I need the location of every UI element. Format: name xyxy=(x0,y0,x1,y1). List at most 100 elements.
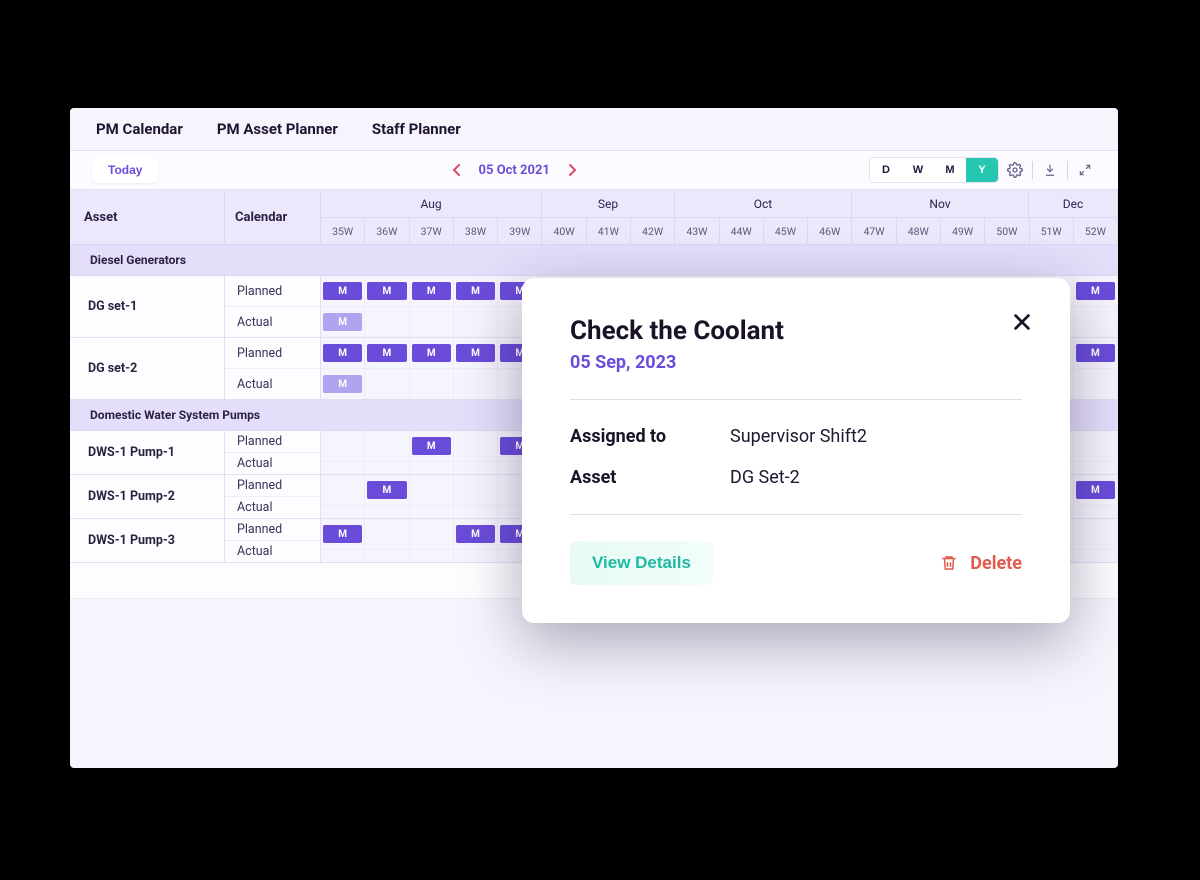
week-slot[interactable] xyxy=(454,475,498,505)
week-slot[interactable] xyxy=(1074,369,1118,399)
week-slot[interactable]: M xyxy=(410,338,454,368)
week-slot[interactable] xyxy=(454,431,498,461)
maintenance-chip[interactable]: M xyxy=(367,481,406,499)
week-slot[interactable] xyxy=(321,462,365,474)
week-slot[interactable] xyxy=(321,475,365,505)
maintenance-chip[interactable]: M xyxy=(323,344,362,362)
maintenance-chip[interactable]: M xyxy=(367,282,406,300)
week-slot[interactable]: M xyxy=(365,475,409,505)
week-slot[interactable] xyxy=(1074,462,1118,474)
view-year-button[interactable]: Y xyxy=(966,158,998,182)
planned-label: Planned xyxy=(225,276,320,307)
asset-name-cell: DG set-2 xyxy=(70,338,225,399)
week-slot[interactable]: M xyxy=(1074,338,1118,368)
chevron-left-icon[interactable] xyxy=(449,162,465,178)
week-slot[interactable]: M xyxy=(365,338,409,368)
week-slot[interactable] xyxy=(410,519,454,549)
actual-label: Actual xyxy=(225,453,320,474)
tab-pm-calendar[interactable]: PM Calendar xyxy=(96,120,183,138)
maintenance-chip[interactable]: M xyxy=(323,282,362,300)
maintenance-chip[interactable]: M xyxy=(1076,282,1115,300)
view-week-button[interactable]: W xyxy=(902,158,934,182)
week-header: 36W xyxy=(365,218,409,244)
maintenance-chip[interactable]: M xyxy=(412,437,451,455)
week-slot[interactable] xyxy=(410,462,454,474)
maintenance-chip[interactable]: M xyxy=(367,344,406,362)
view-day-button[interactable]: D xyxy=(870,158,902,182)
maintenance-chip[interactable]: M xyxy=(412,282,451,300)
week-slot[interactable]: M xyxy=(410,431,454,461)
divider xyxy=(1032,161,1033,179)
calendar-lines: PlannedActual xyxy=(225,519,321,562)
week-header: 45W xyxy=(764,218,808,244)
week-header: 44W xyxy=(720,218,764,244)
tab-staff-planner[interactable]: Staff Planner xyxy=(372,120,461,138)
maintenance-chip[interactable]: M xyxy=(412,344,451,362)
week-slot[interactable]: M xyxy=(1074,276,1118,306)
week-slot[interactable] xyxy=(365,369,409,399)
gear-icon[interactable] xyxy=(1004,159,1026,181)
week-slot[interactable] xyxy=(454,550,498,562)
maintenance-chip[interactable]: M xyxy=(1076,481,1115,499)
week-slot[interactable] xyxy=(365,519,409,549)
week-slot[interactable] xyxy=(365,462,409,474)
tab-pm-asset-planner[interactable]: PM Asset Planner xyxy=(217,120,338,138)
week-header: 41W xyxy=(587,218,631,244)
week-slot[interactable] xyxy=(410,550,454,562)
week-slot[interactable]: M xyxy=(454,519,498,549)
download-icon[interactable] xyxy=(1039,159,1061,181)
week-slot[interactable]: M xyxy=(321,276,365,306)
week-slot[interactable] xyxy=(1074,431,1118,461)
expand-icon[interactable] xyxy=(1074,159,1096,181)
maintenance-chip[interactable]: M xyxy=(323,525,362,543)
maintenance-chip[interactable]: M xyxy=(1076,344,1115,362)
week-slot[interactable] xyxy=(454,307,498,337)
divider xyxy=(570,399,1022,400)
week-slot[interactable] xyxy=(1074,550,1118,562)
month-header: Nov xyxy=(852,190,1029,217)
maintenance-chip[interactable]: M xyxy=(456,282,495,300)
view-month-button[interactable]: M xyxy=(934,158,966,182)
week-slot[interactable] xyxy=(321,506,365,518)
week-slot[interactable] xyxy=(1074,307,1118,337)
week-slot[interactable] xyxy=(365,550,409,562)
week-slot[interactable]: M xyxy=(1074,475,1118,505)
view-tools: D W M Y xyxy=(870,158,1096,182)
today-button[interactable]: Today xyxy=(92,157,158,183)
tab-bar: PM Calendar PM Asset Planner Staff Plann… xyxy=(70,108,1118,151)
week-slot[interactable] xyxy=(410,307,454,337)
view-range-toggle: D W M Y xyxy=(870,158,998,182)
week-slot[interactable]: M xyxy=(321,369,365,399)
maintenance-chip[interactable]: M xyxy=(456,525,495,543)
week-slot[interactable]: M xyxy=(321,519,365,549)
calendar-lines: PlannedActual xyxy=(225,431,321,474)
maintenance-chip[interactable]: M xyxy=(323,313,362,331)
week-slot[interactable] xyxy=(365,431,409,461)
week-slot[interactable]: M xyxy=(321,338,365,368)
maintenance-chip[interactable]: M xyxy=(323,375,362,393)
week-slot[interactable]: M xyxy=(321,307,365,337)
week-slot[interactable] xyxy=(454,462,498,474)
week-slot[interactable]: M xyxy=(454,338,498,368)
week-slot[interactable]: M xyxy=(365,276,409,306)
planner-window: PM Calendar PM Asset Planner Staff Plann… xyxy=(70,108,1118,768)
close-icon[interactable] xyxy=(1006,306,1038,338)
week-slot[interactable]: M xyxy=(410,276,454,306)
week-slot[interactable] xyxy=(410,369,454,399)
week-slot[interactable] xyxy=(365,506,409,518)
week-slot[interactable] xyxy=(365,307,409,337)
week-slot[interactable]: M xyxy=(454,276,498,306)
view-details-button[interactable]: View Details xyxy=(570,541,713,585)
week-slot[interactable] xyxy=(321,550,365,562)
field-assigned: Assigned to Supervisor Shift2 xyxy=(570,426,1022,447)
delete-button[interactable]: Delete xyxy=(940,553,1022,574)
week-slot[interactable] xyxy=(321,431,365,461)
maintenance-chip[interactable]: M xyxy=(456,344,495,362)
week-slot[interactable] xyxy=(410,475,454,505)
week-slot[interactable] xyxy=(454,369,498,399)
week-slot[interactable] xyxy=(1074,506,1118,518)
week-slot[interactable] xyxy=(1074,519,1118,549)
chevron-right-icon[interactable] xyxy=(564,162,580,178)
week-slot[interactable] xyxy=(454,506,498,518)
week-slot[interactable] xyxy=(410,506,454,518)
